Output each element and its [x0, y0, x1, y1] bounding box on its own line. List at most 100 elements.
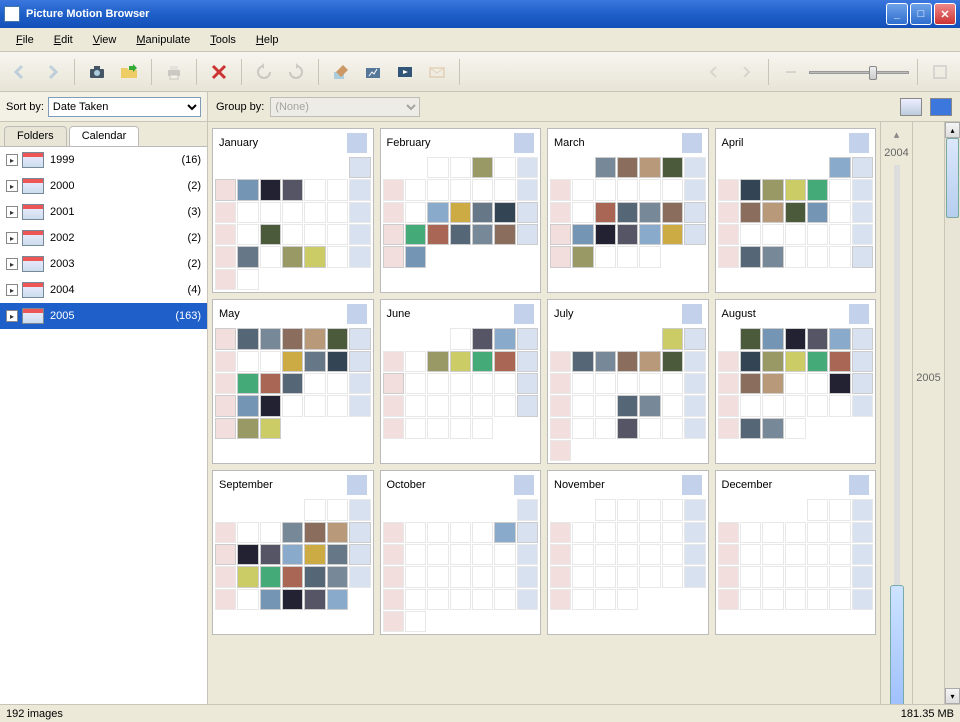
- day-cell[interactable]: [349, 544, 370, 565]
- day-cell[interactable]: [684, 202, 705, 223]
- day-cell[interactable]: [740, 373, 761, 394]
- day-cell[interactable]: [550, 373, 571, 394]
- day-cell[interactable]: [260, 202, 281, 223]
- day-cell[interactable]: [237, 589, 258, 610]
- day-cell[interactable]: [282, 328, 303, 349]
- day-cell[interactable]: [852, 157, 873, 178]
- day-cell[interactable]: [807, 544, 828, 565]
- day-cell[interactable]: [572, 544, 593, 565]
- day-cell[interactable]: [260, 589, 281, 610]
- back-button[interactable]: [6, 58, 34, 86]
- day-cell[interactable]: [237, 246, 258, 267]
- day-cell[interactable]: [349, 246, 370, 267]
- day-cell[interactable]: [450, 202, 471, 223]
- day-cell[interactable]: [260, 418, 281, 439]
- day-cell[interactable]: [304, 395, 325, 416]
- day-cell[interactable]: [684, 418, 705, 439]
- day-cell[interactable]: [595, 589, 616, 610]
- day-cell[interactable]: [383, 522, 404, 543]
- day-cell[interactable]: [383, 544, 404, 565]
- sortby-select[interactable]: Date Taken: [48, 97, 201, 117]
- day-cell[interactable]: [405, 395, 426, 416]
- day-cell[interactable]: [740, 522, 761, 543]
- day-cell[interactable]: [405, 224, 426, 245]
- day-cell[interactable]: [762, 395, 783, 416]
- day-cell[interactable]: [494, 328, 515, 349]
- day-cell[interactable]: [595, 395, 616, 416]
- day-cell[interactable]: [405, 373, 426, 394]
- day-cell[interactable]: [327, 544, 348, 565]
- day-cell[interactable]: [740, 566, 761, 587]
- menu-help[interactable]: Help: [246, 31, 289, 49]
- day-cell[interactable]: [829, 544, 850, 565]
- day-cell[interactable]: [617, 522, 638, 543]
- month-may[interactable]: May: [212, 299, 374, 464]
- day-cell[interactable]: [282, 179, 303, 200]
- day-cell[interactable]: [718, 224, 739, 245]
- day-cell[interactable]: [237, 544, 258, 565]
- day-cell[interactable]: [684, 499, 705, 520]
- day-cell[interactable]: [639, 544, 660, 565]
- day-cell[interactable]: [304, 373, 325, 394]
- day-cell[interactable]: [829, 246, 850, 267]
- day-cell[interactable]: [260, 566, 281, 587]
- day-cell[interactable]: [260, 522, 281, 543]
- day-cell[interactable]: [427, 589, 448, 610]
- day-cell[interactable]: [494, 179, 515, 200]
- day-cell[interactable]: [550, 351, 571, 372]
- day-cell[interactable]: [852, 351, 873, 372]
- day-cell[interactable]: [785, 224, 806, 245]
- month-january[interactable]: January: [212, 128, 374, 293]
- day-cell[interactable]: [304, 351, 325, 372]
- day-cell[interactable]: [807, 499, 828, 520]
- day-cell[interactable]: [282, 202, 303, 223]
- day-cell[interactable]: [349, 351, 370, 372]
- day-cell[interactable]: [517, 566, 538, 587]
- day-cell[interactable]: [349, 224, 370, 245]
- day-cell[interactable]: [383, 395, 404, 416]
- day-cell[interactable]: [494, 157, 515, 178]
- day-cell[interactable]: [617, 418, 638, 439]
- day-cell[interactable]: [595, 246, 616, 267]
- day-cell[interactable]: [427, 224, 448, 245]
- day-cell[interactable]: [785, 351, 806, 372]
- day-cell[interactable]: [617, 351, 638, 372]
- day-cell[interactable]: [215, 544, 236, 565]
- fullscreen-button[interactable]: [926, 58, 954, 86]
- day-cell[interactable]: [572, 179, 593, 200]
- day-cell[interactable]: [260, 544, 281, 565]
- day-cell[interactable]: [740, 395, 761, 416]
- day-cell[interactable]: [550, 440, 571, 461]
- day-cell[interactable]: [662, 157, 683, 178]
- day-cell[interactable]: [807, 246, 828, 267]
- day-cell[interactable]: [785, 246, 806, 267]
- day-cell[interactable]: [237, 566, 258, 587]
- day-cell[interactable]: [785, 522, 806, 543]
- day-cell[interactable]: [807, 373, 828, 394]
- day-cell[interactable]: [472, 351, 493, 372]
- day-cell[interactable]: [740, 179, 761, 200]
- day-cell[interactable]: [383, 373, 404, 394]
- day-cell[interactable]: [237, 522, 258, 543]
- day-cell[interactable]: [639, 373, 660, 394]
- day-cell[interactable]: [718, 566, 739, 587]
- close-button[interactable]: ✕: [934, 3, 956, 25]
- day-cell[interactable]: [450, 544, 471, 565]
- day-cell[interactable]: [662, 418, 683, 439]
- day-cell[interactable]: [494, 373, 515, 394]
- scroll-thumb[interactable]: [946, 138, 959, 218]
- day-cell[interactable]: [762, 246, 783, 267]
- day-cell[interactable]: [405, 589, 426, 610]
- day-cell[interactable]: [718, 179, 739, 200]
- day-cell[interactable]: [427, 395, 448, 416]
- view-thumbnails-button[interactable]: [930, 98, 952, 116]
- day-cell[interactable]: [662, 395, 683, 416]
- day-cell[interactable]: [617, 246, 638, 267]
- day-cell[interactable]: [829, 328, 850, 349]
- day-cell[interactable]: [785, 373, 806, 394]
- day-cell[interactable]: [762, 351, 783, 372]
- groupby-select[interactable]: (None): [270, 97, 420, 117]
- day-cell[interactable]: [684, 328, 705, 349]
- day-cell[interactable]: [472, 418, 493, 439]
- day-cell[interactable]: [684, 179, 705, 200]
